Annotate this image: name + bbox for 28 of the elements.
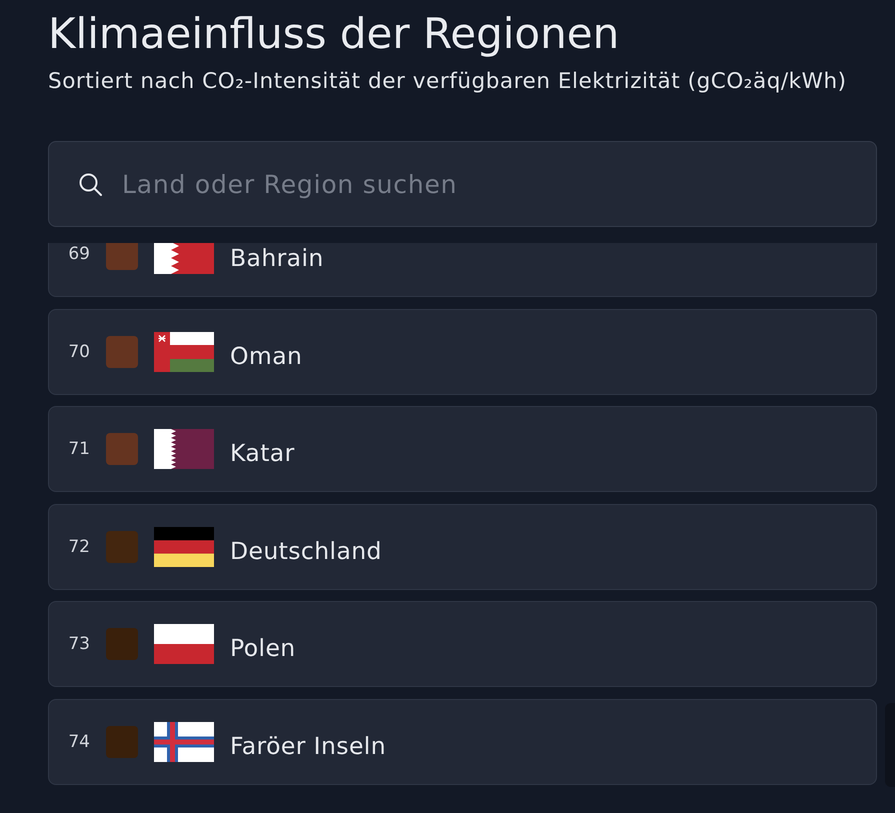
- rank-number: 70: [67, 340, 90, 362]
- rank-number: 74: [67, 730, 90, 752]
- faroe-flag-icon: [154, 722, 214, 762]
- region-name: Deutschland: [230, 536, 382, 566]
- qatar-flag-icon: [154, 429, 214, 469]
- rank-number: 72: [67, 536, 90, 558]
- region-name: Bahrain: [230, 243, 324, 273]
- rank-number: 73: [67, 633, 90, 655]
- oman-flag-icon: [154, 332, 214, 372]
- region-name: Faröer Inseln: [230, 730, 386, 760]
- region-card[interactable]: 69 Bahrain: [48, 243, 877, 297]
- bahrain-flag-icon: [154, 243, 214, 274]
- rank-number: 71: [67, 438, 90, 460]
- rank-number: 69: [67, 243, 90, 265]
- region-name: Oman: [230, 340, 302, 370]
- region-card[interactable]: 71 Katar: [48, 406, 877, 492]
- region-card[interactable]: 74 Faröer Inseln: [48, 698, 877, 784]
- page-subtitle: Sortiert nach CO₂-Intensität der verfügbaren Elektrizität (gCO₂äq/kWh): [48, 68, 847, 96]
- search-field[interactable]: Land oder Region suchen: [48, 141, 877, 227]
- page-title: Klimaeinfluss der Regionen: [48, 9, 620, 59]
- region-card[interactable]: 72 Deutschland: [48, 504, 877, 590]
- region-card[interactable]: 70 Oman: [48, 308, 877, 394]
- german-flag-icon: [154, 526, 214, 566]
- search-icon: [78, 172, 102, 196]
- region-name: Polen: [230, 633, 296, 663]
- region-card[interactable]: 73 Polen: [48, 601, 877, 687]
- polish-flag-icon: [154, 624, 214, 664]
- region-name: Katar: [230, 438, 295, 468]
